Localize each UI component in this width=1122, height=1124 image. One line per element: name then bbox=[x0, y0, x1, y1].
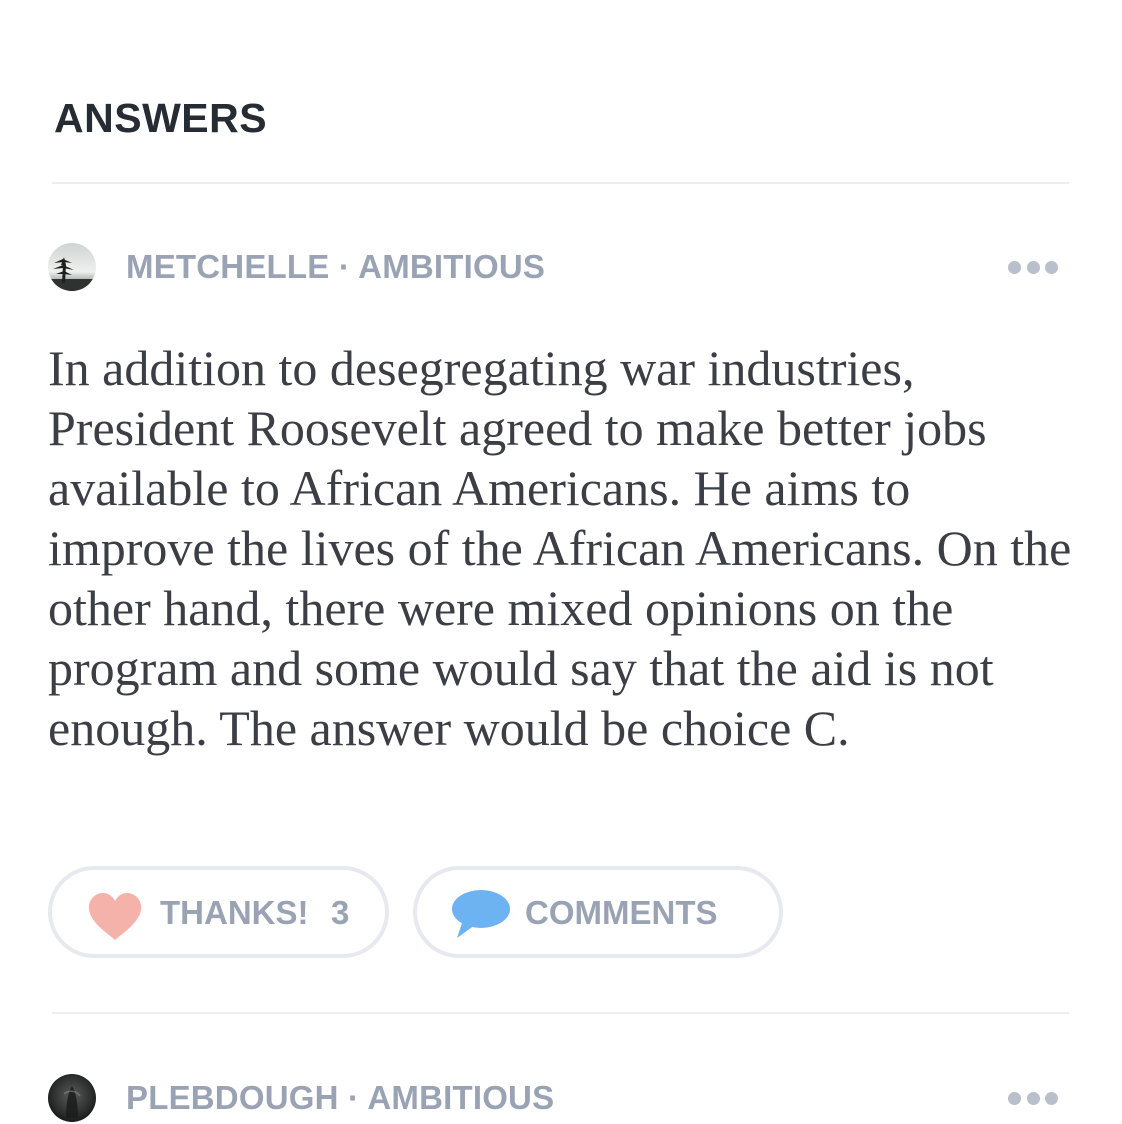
more-horizontal-icon bbox=[1026, 260, 1040, 274]
answer-author-row: METCHELLE · AMBITIOUS bbox=[48, 243, 1058, 293]
thanks-button[interactable]: THANKS! 3 bbox=[48, 866, 389, 958]
author-name-rank[interactable]: PLEBDOUGH · AMBITIOUS bbox=[126, 1077, 554, 1119]
more-horizontal-icon bbox=[1008, 1091, 1021, 1105]
thanks-count: 3 bbox=[331, 894, 350, 931]
answer-body: In addition to desegregating war industr… bbox=[48, 340, 1072, 756]
divider bbox=[52, 1012, 1069, 1014]
more-options-button[interactable] bbox=[1008, 259, 1058, 275]
more-horizontal-icon bbox=[1026, 1091, 1040, 1105]
author-name-rank[interactable]: METCHELLE · AMBITIOUS bbox=[126, 246, 545, 288]
avatar[interactable] bbox=[48, 243, 96, 291]
avatar[interactable] bbox=[48, 1074, 96, 1122]
thanks-label: THANKS! bbox=[160, 894, 309, 931]
heart-icon bbox=[86, 892, 144, 947]
speech-bubble-icon bbox=[449, 888, 511, 947]
more-horizontal-icon bbox=[1045, 1091, 1058, 1105]
comments-label: COMMENTS bbox=[525, 894, 718, 931]
answer-author-row: PLEBDOUGH · AMBITIOUS bbox=[48, 1074, 1058, 1124]
more-options-button[interactable] bbox=[1008, 1090, 1058, 1106]
more-horizontal-icon bbox=[1008, 260, 1021, 274]
comments-button[interactable]: COMMENTS bbox=[413, 866, 783, 958]
answers-heading: ANSWERS bbox=[54, 95, 268, 141]
more-horizontal-icon bbox=[1045, 260, 1058, 274]
divider bbox=[52, 182, 1069, 184]
